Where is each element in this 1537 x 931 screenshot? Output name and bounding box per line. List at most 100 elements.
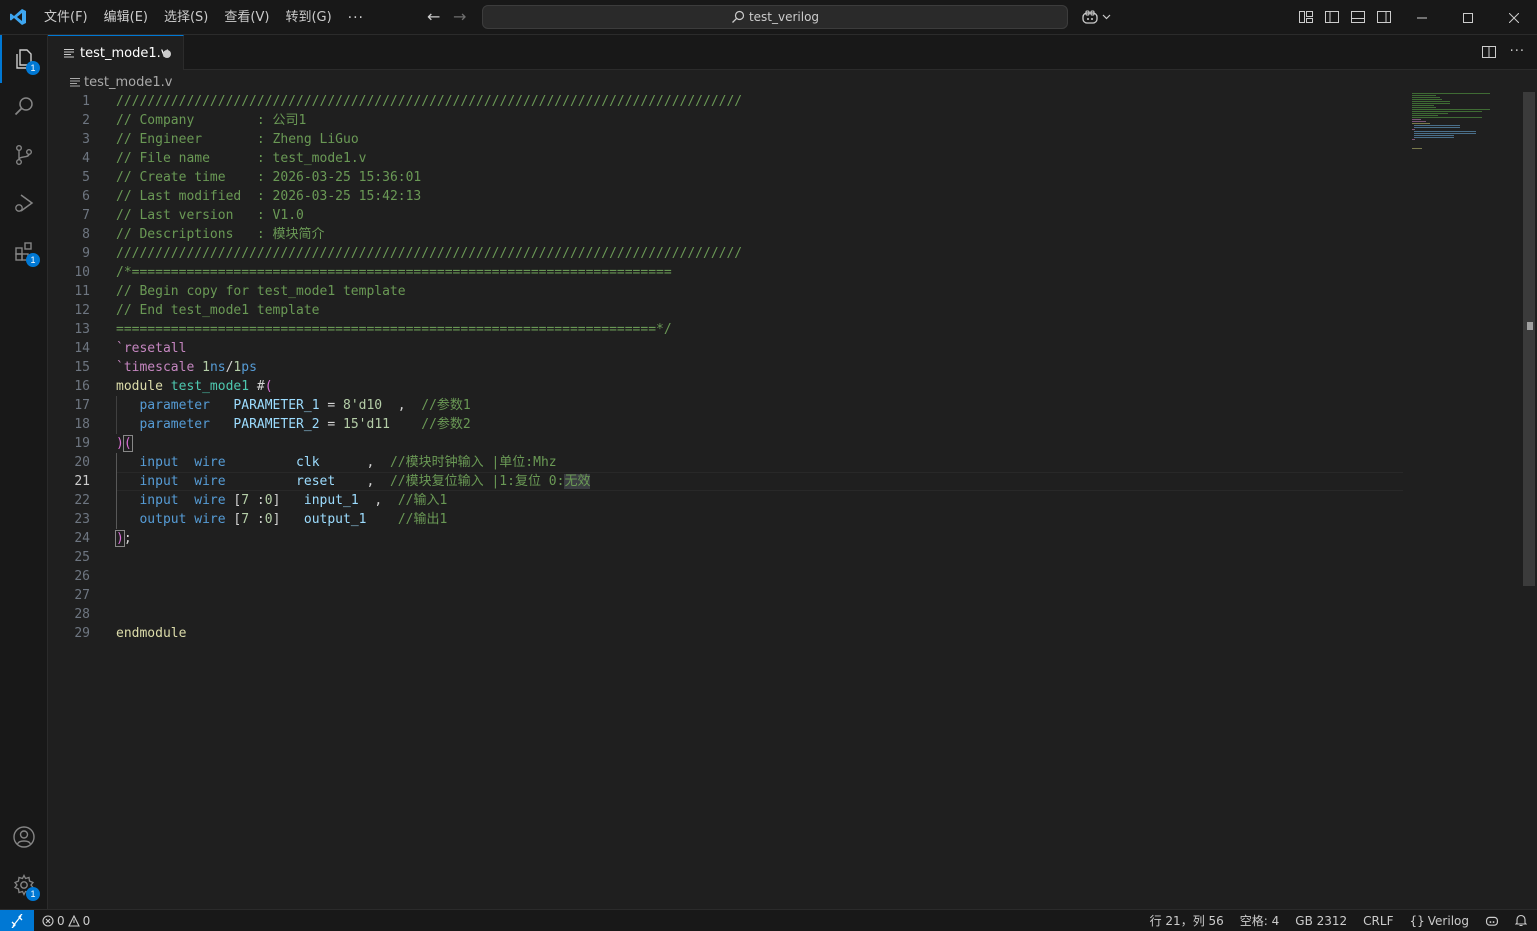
file-encoding[interactable]: GB 2312 [1295,914,1347,928]
indent-guide-active [116,453,117,529]
menu-go[interactable]: 转到(G) [277,6,339,30]
line-number: 22 [74,493,90,508]
activity-explorer[interactable]: 1 [0,35,48,83]
layout-controls [1298,9,1392,25]
end-of-line[interactable]: CRLF [1363,914,1393,928]
run-debug-icon [15,194,34,212]
title-bar: 文件(F) 编辑(E) 选择(S) 查看(V) 转到(G) ··· ← → te… [0,0,1537,35]
more-actions-icon[interactable]: ··· [1510,44,1525,59]
code-line-13: ========================================… [116,322,672,337]
code-line-16: module test_mode1 #( [116,379,273,394]
braces-icon: {} [1409,913,1425,928]
notifications[interactable] [1515,914,1527,927]
code-line-10: /*======================================… [116,265,672,280]
copilot-icon [1485,916,1499,926]
menu-file[interactable]: 文件(F) [36,6,96,30]
unsaved-dot-icon[interactable] [163,50,171,58]
line-number: 17 [74,398,90,413]
code-line-3: // Engineer : Zheng LiGuo [116,132,359,147]
maximize-button[interactable] [1445,0,1491,35]
toggle-secondary-sidebar-icon[interactable] [1376,9,1392,25]
activity-search[interactable] [0,83,48,131]
line-number: 2 [82,113,90,128]
line-number: 29 [74,626,90,641]
line-number: 12 [74,303,90,318]
remote-icon [11,913,23,928]
minimize-icon [1417,17,1427,18]
toggle-panel-icon[interactable] [1350,9,1366,25]
code-line-21: input wire reset , //模块复位输入 |1:复位 0:无效 [139,474,591,489]
code-line-15: `timescale 1ns/1ps [116,360,257,375]
chevron-down-icon [1102,14,1111,20]
code-line-5: // Create time : 2026-03-25 15:36:01 [116,170,422,185]
copilot-icon [1082,10,1098,24]
activity-run-debug[interactable] [0,179,48,227]
customize-layout-icon[interactable] [1298,9,1314,25]
line-number: 23 [74,512,90,527]
line-number: 25 [74,550,90,565]
language-mode[interactable]: {} Verilog [1409,914,1469,928]
line-number: 7 [82,208,90,223]
line-number: 9 [82,246,90,261]
close-button[interactable] [1491,0,1537,35]
error-icon [42,914,54,927]
code-line-9: ////////////////////////////////////////… [116,246,743,261]
line-number: 6 [82,189,90,204]
line-number: 27 [74,588,90,603]
line-number: 16 [74,379,90,394]
command-center-search[interactable]: test_verilog [482,5,1068,29]
line-number: 26 [74,569,90,584]
copilot-status[interactable] [1485,914,1499,927]
language-label: Verilog [1427,913,1469,928]
menu-more-icon[interactable]: ··· [340,10,372,26]
code-line-19: )( [116,435,133,452]
activity-extensions[interactable]: 1 [0,227,48,275]
forward-arrow-icon[interactable]: → [453,9,466,25]
indent-guide [116,396,117,434]
file-lines-icon [70,77,80,87]
line-number: 1 [82,94,90,109]
vscode-logo-icon[interactable] [9,8,27,26]
tab-test-mode1[interactable]: test_mode1.v [48,35,184,70]
split-editor-icon[interactable] [1481,45,1496,59]
problems-indicator[interactable]: 0 0 [42,910,90,931]
copilot-menu[interactable] [1081,9,1111,25]
vertical-scrollbar-thumb[interactable] [1523,92,1535,586]
close-icon [1509,12,1519,23]
maximize-icon [1463,12,1473,23]
search-icon [14,97,33,116]
activity-accounts[interactable] [0,813,48,861]
menu-edit[interactable]: 编辑(E) [96,6,156,30]
breadcrumb-file[interactable]: test_mode1.v [84,75,172,90]
extensions-badge: 1 [26,253,40,267]
menu-view[interactable]: 查看(V) [216,6,277,30]
line-number: 28 [74,607,90,622]
scrollbar-cursor-marker [1527,322,1533,330]
warning-icon [67,914,80,927]
line-number: 21 [74,474,90,489]
window-controls [1399,0,1537,35]
menu-selection[interactable]: 选择(S) [156,6,216,30]
warning-count: 0 [82,913,91,928]
code-editor[interactable]: 1 ///////////////////////////////////////… [48,92,1403,909]
minimap[interactable] [1410,92,1492,152]
code-line-6: // Last modified : 2026-03-25 15:42:13 [116,189,422,204]
editor-actions: ··· [1481,44,1525,59]
line-number: 19 [74,436,90,451]
back-arrow-icon[interactable]: ← [427,9,440,25]
activity-manage[interactable]: 1 [0,861,48,909]
activity-source-control[interactable] [0,131,48,179]
cursor-position[interactable]: 行 21，列 56 [1150,912,1224,929]
command-center-label: test_verilog [748,10,820,24]
toggle-primary-sidebar-icon[interactable] [1324,9,1340,25]
remote-indicator[interactable] [0,910,34,931]
file-lines-icon [64,48,74,58]
code-line-12: // End test_mode1 template [116,303,320,318]
bell-icon [1515,914,1527,926]
code-line-17: parameter PARAMETER_1 = 8'd10 , //参数1 [139,398,471,413]
activity-bar: 1 1 1 [0,35,48,909]
status-right: 行 21，列 56 空格: 4 GB 2312 CRLF {} Verilog [1134,910,1527,931]
code-line-11: // Begin copy for test_mode1 template [116,284,406,299]
minimize-button[interactable] [1399,0,1445,35]
indentation[interactable]: 空格: 4 [1240,912,1280,929]
